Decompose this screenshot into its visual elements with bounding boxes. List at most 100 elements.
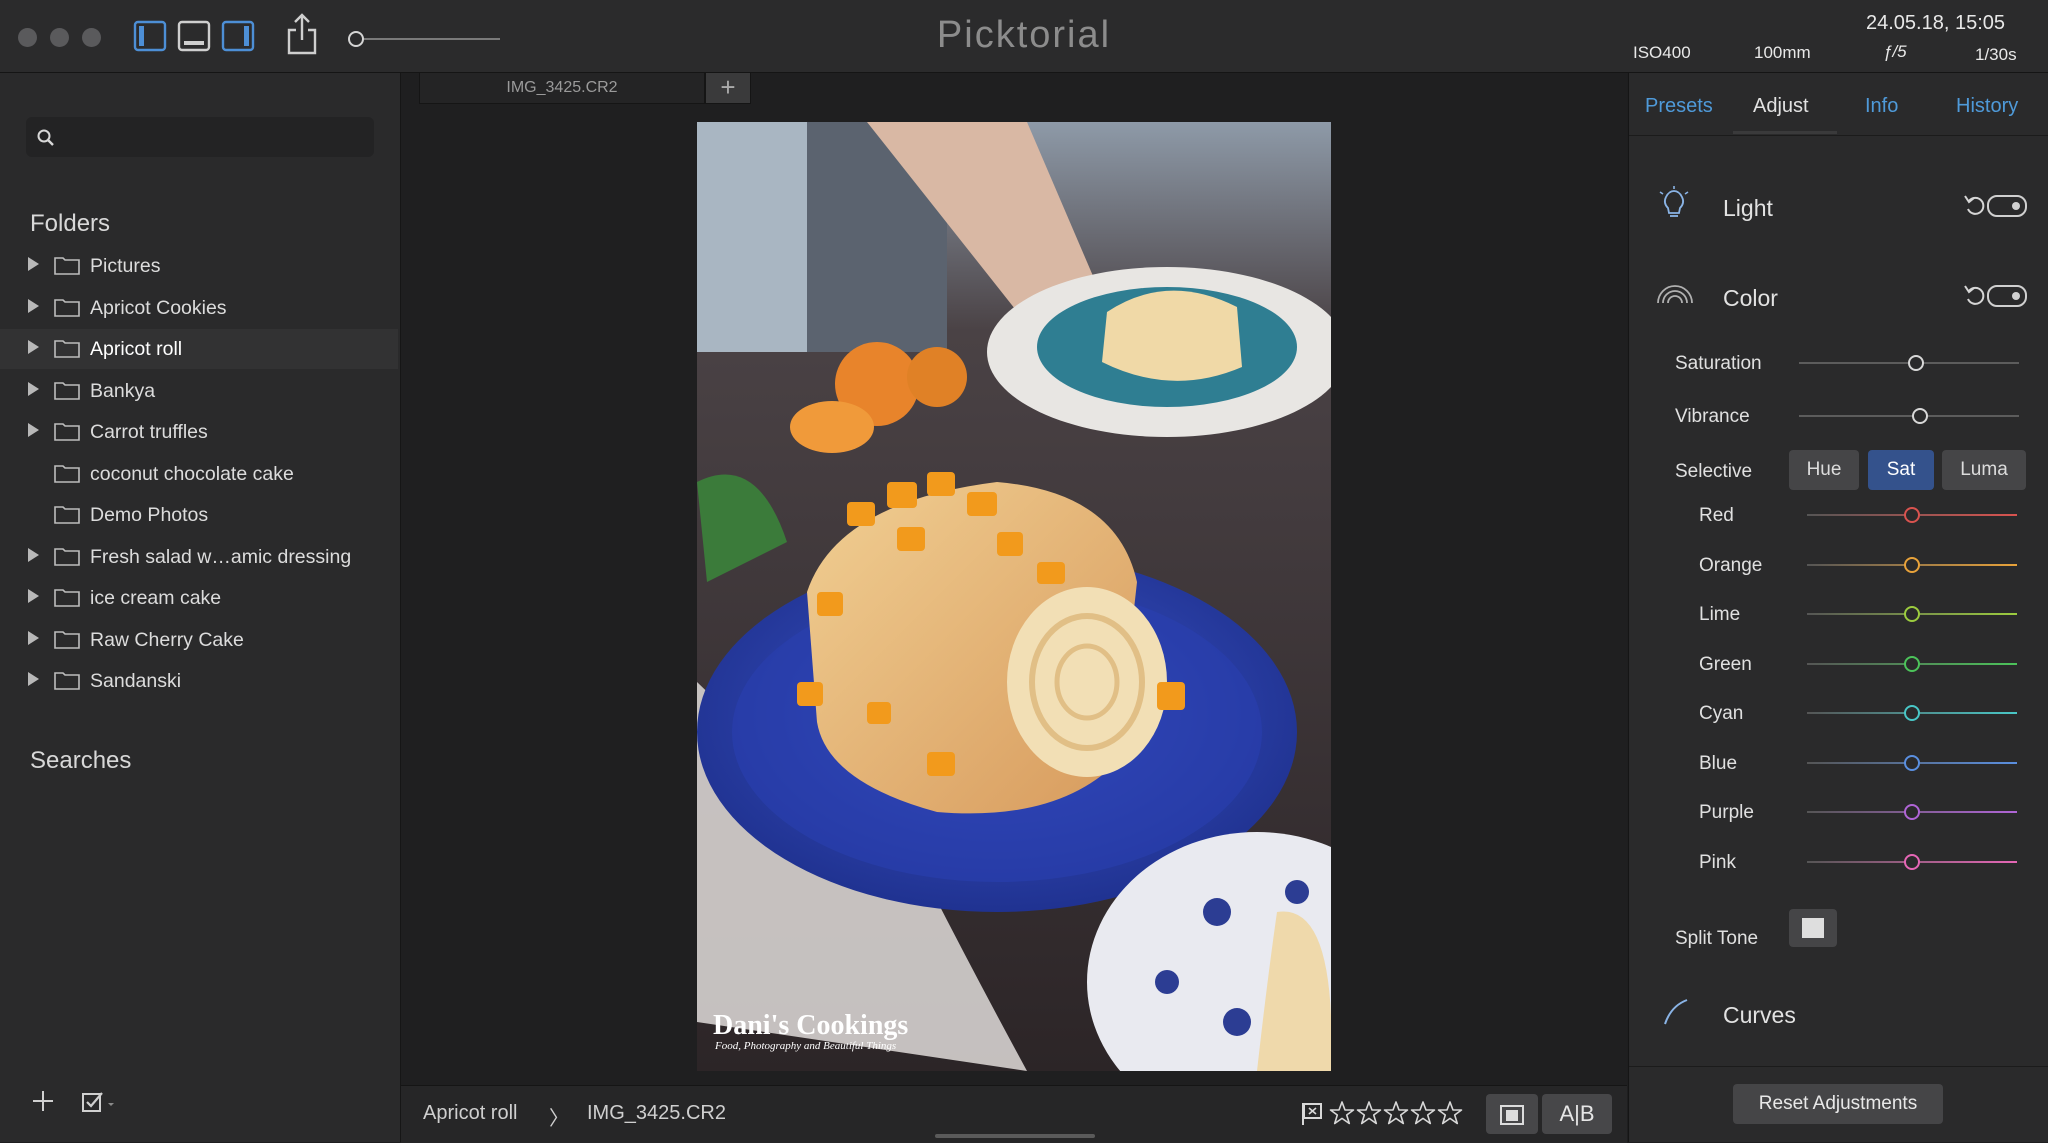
add-folder-button[interactable] <box>30 1088 56 1114</box>
color-enable-toggle[interactable] <box>1987 285 2027 307</box>
folder-item-label: Fresh salad w…amic dressing <box>90 545 352 568</box>
overlay-toggle-button[interactable] <box>1486 1094 1538 1134</box>
folder-icon <box>54 257 80 275</box>
star-icon[interactable] <box>1356 1100 1382 1126</box>
library-search-field[interactable] <box>26 117 374 157</box>
light-reset-icon[interactable] <box>1963 193 1985 217</box>
panel-footer-divider <box>1629 1066 2048 1067</box>
folder-item[interactable]: ice cream cake <box>0 578 398 618</box>
channel-label-pink: Pink <box>1699 851 1736 873</box>
selective-sat-button[interactable]: Sat <box>1868 450 1934 490</box>
channel-label-green: Green <box>1699 653 1752 675</box>
vibrance-label: Vibrance <box>1675 406 1750 427</box>
channel-label-blue: Blue <box>1699 752 1738 774</box>
folder-item[interactable]: Fresh salad w…amic dressing <box>0 537 398 577</box>
split-tone-swatch-button[interactable] <box>1789 909 1837 947</box>
disclosure-triangle-icon[interactable] <box>28 630 39 645</box>
star-icon[interactable] <box>1329 1100 1355 1126</box>
filmstrip-scroll-handle[interactable] <box>935 1134 1095 1138</box>
light-bulb-icon <box>1659 186 1689 217</box>
add-tab-button[interactable]: + <box>705 73 751 104</box>
folder-item-label: Demo Photos <box>90 504 209 526</box>
tab-img-3425[interactable]: IMG_3425.CR2 <box>419 73 705 104</box>
folder-icon <box>54 340 80 358</box>
disclosure-triangle-icon[interactable] <box>28 257 39 271</box>
disclosure-triangle-icon[interactable] <box>28 423 39 437</box>
main-photo[interactable]: Dani's Cookings Food, Photography and Be… <box>697 122 1331 1071</box>
channel-label-lime: Lime <box>1699 604 1741 625</box>
channel-slider-knob[interactable] <box>1904 754 1920 771</box>
selective-luma-button[interactable]: Luma <box>1942 450 2026 490</box>
disclosure-triangle-icon[interactable] <box>28 381 39 396</box>
channel-slider-knob[interactable] <box>1904 705 1920 721</box>
search-input[interactable] <box>66 123 370 153</box>
channel-slider-lime[interactable] <box>1807 606 2017 622</box>
light-section-title[interactable]: Light <box>1723 195 1773 222</box>
tab-history[interactable]: History <box>1956 95 2018 118</box>
channel-slider-knob[interactable] <box>1904 853 1920 870</box>
channel-slider-pink[interactable] <box>1807 853 2017 870</box>
color-section-title[interactable]: Color <box>1723 285 1778 312</box>
channel-slider-knob[interactable] <box>1904 655 1920 672</box>
folder-item[interactable]: Bankya <box>0 371 398 411</box>
channel-slider-orange[interactable] <box>1807 556 2017 573</box>
focal-length-value: 100mm <box>1754 43 1811 62</box>
star-icon[interactable] <box>1383 1100 1409 1126</box>
folder-icon <box>54 630 80 649</box>
channel-slider-knob[interactable] <box>1904 606 1920 622</box>
star-rating <box>1329 1100 1464 1128</box>
saturation-slider-knob[interactable] <box>1907 355 1924 371</box>
channel-slider-purple[interactable] <box>1807 804 2017 820</box>
saturation-slider[interactable] <box>1799 355 2019 371</box>
folder-icon <box>54 589 80 607</box>
folder-item-label: Carrot truffles <box>90 421 208 443</box>
reset-adjustments-button[interactable]: Reset Adjustments <box>1733 1084 1943 1124</box>
saturation-label: Saturation <box>1675 353 1762 374</box>
folder-item[interactable]: Raw Cherry Cake <box>0 620 398 660</box>
vibrance-slider[interactable] <box>1799 408 2019 424</box>
tab-adjust[interactable]: Adjust <box>1753 95 1809 118</box>
folder-item[interactable]: Carrot truffles <box>0 412 398 452</box>
title-bar: Picktorial 24.05.18, 15:05 ISO400 100mm … <box>0 0 2048 73</box>
star-icon[interactable] <box>1437 1100 1463 1126</box>
select-mode-button[interactable] <box>80 1089 124 1115</box>
tab-label: IMG_3425.CR2 <box>506 79 618 96</box>
tab-info[interactable]: Info <box>1865 95 1898 118</box>
watermark-subtitle: Food, Photography and Beautiful Things <box>715 1040 897 1052</box>
shutter-speed-value: 1/30s <box>1975 45 2017 64</box>
disclosure-triangle-icon[interactable] <box>28 589 39 603</box>
folder-item[interactable]: Apricot Cookies <box>0 288 398 328</box>
curves-section-title[interactable]: Curves <box>1723 1002 1796 1029</box>
disclosure-triangle-icon[interactable] <box>28 298 39 313</box>
channel-slider-knob[interactable] <box>1904 556 1920 573</box>
star-icon[interactable] <box>1410 1100 1436 1126</box>
selective-hue-button[interactable]: Hue <box>1789 450 1859 490</box>
folder-item-label: Raw Cherry Cake <box>90 628 244 651</box>
reject-flag-button[interactable] <box>1299 1101 1325 1127</box>
channel-slider-knob[interactable] <box>1904 804 1920 820</box>
channel-slider-blue[interactable] <box>1807 754 2017 771</box>
vibrance-slider-knob[interactable] <box>1912 408 1928 424</box>
channel-slider-green[interactable] <box>1807 655 2017 672</box>
channel-slider-red[interactable] <box>1807 507 2017 523</box>
breadcrumb-folder[interactable]: Apricot roll <box>423 1102 517 1125</box>
disclosure-triangle-icon[interactable] <box>28 672 39 686</box>
breadcrumb-file[interactable]: IMG_3425.CR2 <box>587 1102 726 1125</box>
folder-item[interactable]: Apricot roll <box>0 329 398 369</box>
folder-icon <box>54 506 80 524</box>
tab-presets[interactable]: Presets <box>1645 95 1713 118</box>
channel-slider-cyan[interactable] <box>1807 705 2017 721</box>
folder-item[interactable]: coconut chocolate cake <box>0 454 398 494</box>
light-enable-toggle[interactable] <box>1987 195 2027 217</box>
capture-datetime: 24.05.18, 15:05 <box>1865 12 2005 34</box>
disclosure-triangle-icon[interactable] <box>28 547 39 562</box>
searches-section-title: Searches <box>30 747 132 774</box>
folder-item[interactable]: Demo Photos <box>0 495 398 535</box>
folder-item[interactable]: Pictures <box>0 246 398 286</box>
channel-slider-knob[interactable] <box>1904 507 1920 523</box>
disclosure-triangle-icon[interactable] <box>28 340 39 354</box>
flag-reject-icon <box>1302 1103 1322 1125</box>
folder-item[interactable]: Sandanski <box>0 661 398 701</box>
color-reset-icon[interactable] <box>1963 283 1985 307</box>
before-after-button[interactable]: A|B <box>1542 1094 1612 1134</box>
